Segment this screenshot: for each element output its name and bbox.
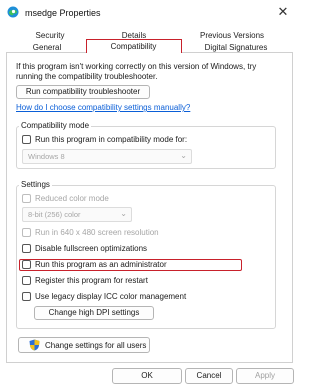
properties-window: msedge Properties ✕ Security Details Pre…: [0, 0, 300, 388]
troubleshooter-button[interactable]: Run compatibility troubleshooter: [16, 85, 150, 99]
reduced-color-label: Reduced color mode: [35, 194, 109, 203]
compat-mode-title: Compatibility mode: [19, 121, 92, 130]
register-restart-label: Register this program for restart: [35, 276, 148, 285]
apply-button[interactable]: Apply: [236, 368, 294, 384]
tab-security[interactable]: Security: [14, 30, 86, 42]
close-icon: ✕: [277, 4, 289, 19]
settings-title: Settings: [19, 180, 52, 189]
manual-settings-link[interactable]: How do I choose compatibility settings m…: [16, 103, 190, 112]
disable-fullscreen-checkbox[interactable]: [22, 244, 31, 253]
tab-compatibility[interactable]: Compatibility: [86, 39, 182, 53]
compat-os-value: Windows 8: [28, 152, 65, 161]
run-640-label: Run in 640 x 480 screen resolution: [35, 228, 159, 237]
tab-compatibility-label: Compatibility: [110, 42, 157, 51]
register-restart-checkbox[interactable]: [22, 276, 31, 285]
cancel-button[interactable]: Cancel: [185, 368, 233, 384]
high-dpi-button[interactable]: Change high DPI settings: [34, 306, 154, 320]
reduced-color-checkbox[interactable]: [22, 194, 31, 203]
title-bar: msedge Properties ✕: [0, 0, 300, 26]
chevron-down-icon: ⌄: [120, 209, 127, 218]
run-as-admin-highlight: [19, 259, 242, 271]
edge-app-icon: [7, 6, 19, 18]
uac-shield-icon: [29, 339, 40, 351]
run-640-checkbox[interactable]: [22, 228, 31, 237]
ok-button[interactable]: OK: [112, 368, 182, 384]
legacy-icc-label: Use legacy display ICC color management: [35, 292, 187, 301]
chevron-down-icon: ⌄: [180, 151, 187, 160]
color-depth-value: 8-bit (256) color: [28, 210, 81, 219]
disable-fullscreen-label: Disable fullscreen optimizations: [35, 244, 148, 253]
window-title: msedge Properties: [25, 8, 101, 18]
tab-previous-versions[interactable]: Previous Versions: [182, 30, 282, 42]
all-users-label: Change settings for all users: [45, 341, 147, 350]
close-button[interactable]: ✕: [272, 3, 294, 21]
color-depth-dropdown[interactable]: 8-bit (256) color ⌄: [22, 207, 132, 222]
intro-text: If this program isn't working correctly …: [16, 62, 257, 81]
compat-mode-label: Run this program in compatibility mode f…: [35, 135, 188, 144]
compat-os-dropdown[interactable]: Windows 8 ⌄: [22, 149, 192, 164]
legacy-icc-checkbox[interactable]: [22, 292, 31, 301]
compat-mode-checkbox[interactable]: [22, 135, 31, 144]
